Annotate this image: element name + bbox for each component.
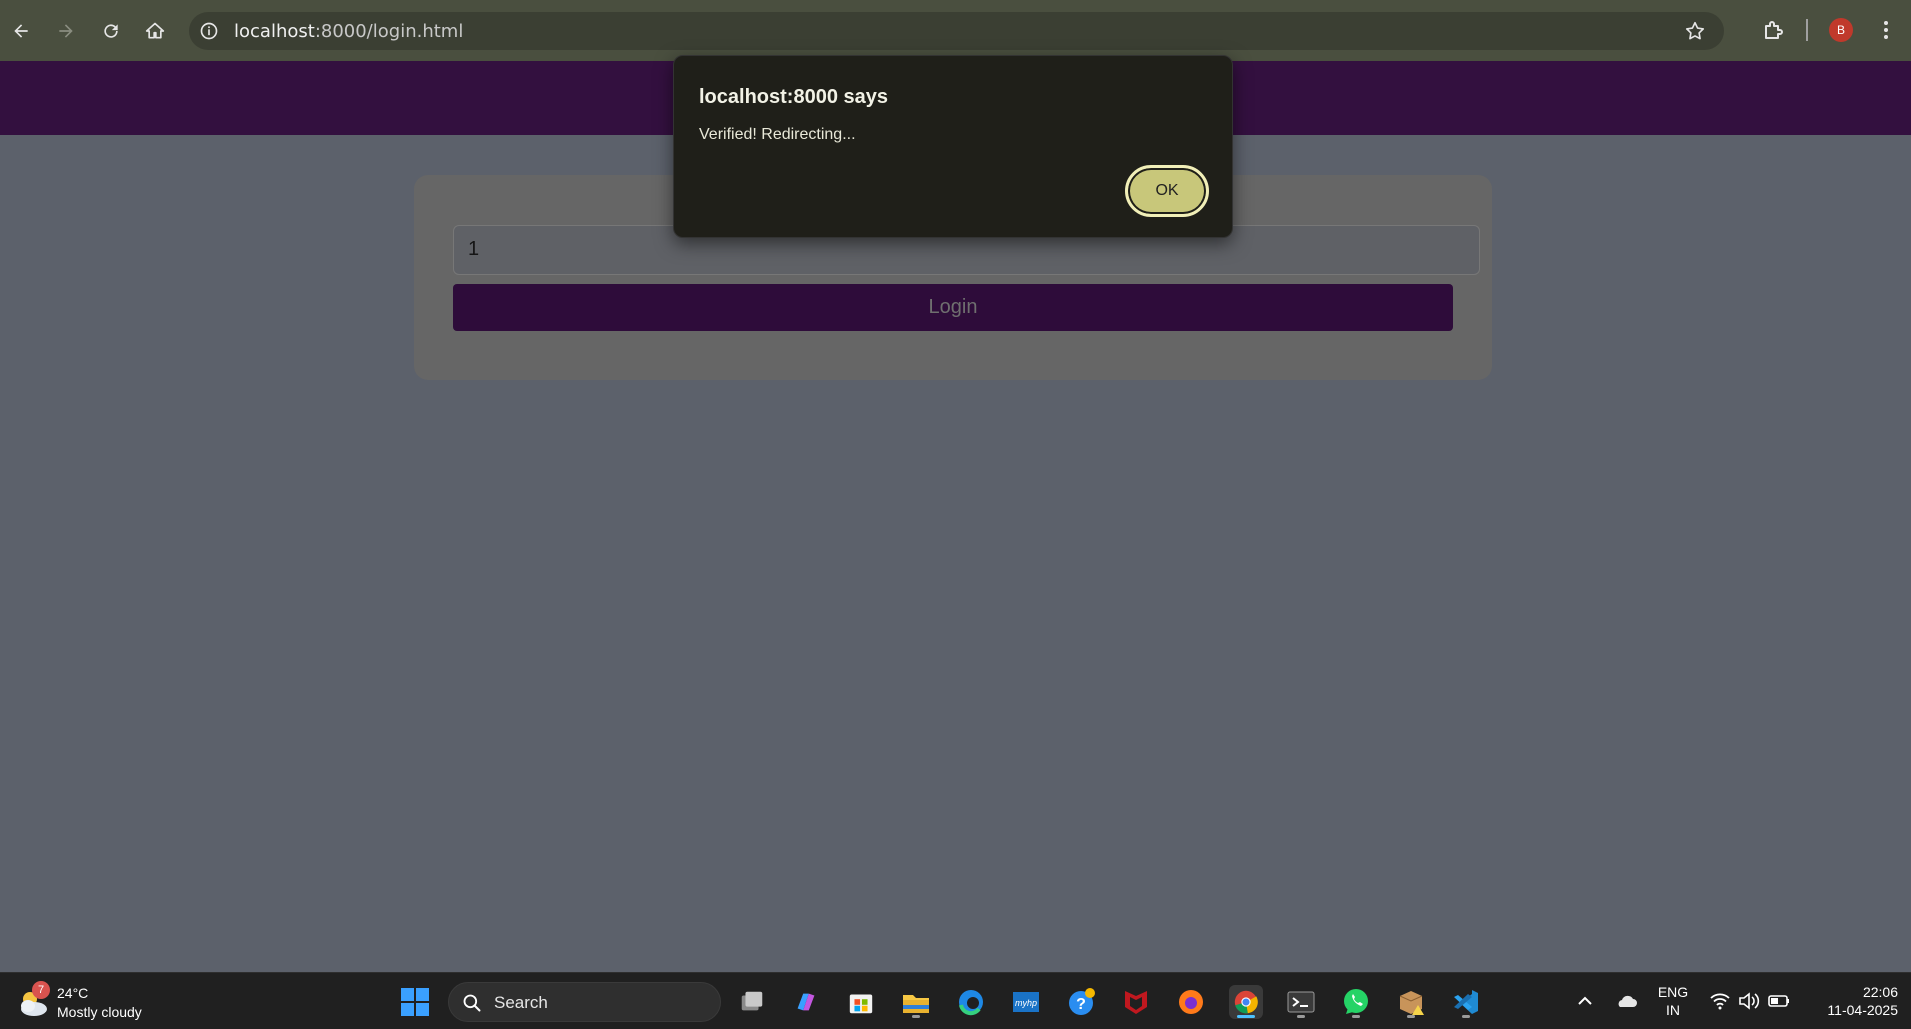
toolbar-divider <box>1806 19 1808 41</box>
myhp-icon: myhp <box>1013 992 1039 1012</box>
running-indicator <box>912 1015 920 1018</box>
whatsapp-icon <box>1344 989 1368 1014</box>
svg-text:myhp: myhp <box>1015 998 1037 1008</box>
file-explorer-button[interactable] <box>899 985 933 1019</box>
site-info-icon[interactable] <box>199 21 219 41</box>
clock-date: 11-04-2025 <box>1827 1002 1898 1018</box>
whatsapp-button[interactable] <box>1339 985 1373 1019</box>
extensions-icon[interactable] <box>1762 18 1786 42</box>
running-indicator-active <box>1237 1015 1255 1018</box>
region-code: IN <box>1666 1002 1680 1018</box>
package-icon <box>1399 991 1424 1015</box>
mcafee-button[interactable] <box>1119 985 1153 1019</box>
firefox-icon <box>1179 990 1203 1014</box>
battery-icon[interactable] <box>1767 991 1791 1011</box>
firefox-button[interactable] <box>1174 985 1208 1019</box>
task-view-button[interactable] <box>735 985 769 1019</box>
dialog-title: localhost:8000 says <box>699 86 888 108</box>
running-indicator <box>1462 1015 1470 1018</box>
back-arrow-icon <box>14 24 28 38</box>
dialog-message: Verified! Redirecting... <box>699 126 856 143</box>
search-label: Search <box>494 993 548 1012</box>
language-code: ENG <box>1657 984 1689 1000</box>
weather-badge: 7 <box>32 981 50 999</box>
running-indicator <box>1297 1015 1305 1018</box>
home-button[interactable] <box>140 16 170 46</box>
package-button[interactable] <box>1394 985 1428 1019</box>
volume-icon[interactable] <box>1738 991 1760 1011</box>
alert-dialog: localhost:8000 says Verified! Redirectin… <box>673 55 1233 238</box>
language-indicator[interactable]: ENG IN <box>1655 983 1691 1019</box>
ok-button[interactable]: OK <box>1125 165 1209 217</box>
mcafee-icon <box>1125 991 1147 1014</box>
help-button[interactable]: ? <box>1064 985 1098 1019</box>
running-indicator <box>1407 1015 1415 1018</box>
task-view-icon <box>741 991 763 1011</box>
chrome-button[interactable] <box>1229 985 1263 1019</box>
store-button[interactable] <box>844 985 878 1019</box>
system-clock[interactable]: 22:06 11-04-2025 <box>1808 983 1898 1019</box>
running-indicator <box>1352 1015 1360 1018</box>
terminal-button[interactable] <box>1284 985 1318 1019</box>
weather-condition: Mostly cloudy <box>57 1004 142 1020</box>
reload-icon <box>104 24 118 38</box>
home-icon <box>145 22 165 39</box>
taskbar-search[interactable]: Search <box>448 982 721 1022</box>
start-button[interactable] <box>398 985 432 1019</box>
taskbar: 7 24°C Mostly cloudy Search myhp ? ENG I… <box>0 972 1911 1029</box>
weather-widget[interactable]: 7 24°C Mostly cloudy <box>14 981 164 1023</box>
myhp-button[interactable]: myhp <box>1009 985 1043 1019</box>
windows-start-icon <box>401 988 429 1016</box>
forward-arrow-icon <box>59 24 73 38</box>
vscode-button[interactable] <box>1449 985 1483 1019</box>
onedrive-cloud-icon[interactable] <box>1614 991 1638 1011</box>
login-button[interactable]: Login <box>453 284 1453 331</box>
copilot-button[interactable] <box>789 985 823 1019</box>
address-bar[interactable]: localhost:8000/login.html <box>189 12 1724 50</box>
url-text: localhost:8000/login.html <box>234 21 464 42</box>
weather-temperature: 24°C <box>57 985 89 1001</box>
terminal-icon <box>1287 991 1315 1013</box>
clock-time: 22:06 <box>1862 984 1898 1000</box>
reload-button[interactable] <box>96 16 126 46</box>
search-icon <box>463 994 481 1012</box>
copilot-icon <box>797 993 815 1011</box>
forward-button[interactable] <box>51 16 81 46</box>
edge-button[interactable] <box>954 985 988 1019</box>
store-icon <box>849 994 873 1014</box>
file-explorer-icon <box>903 995 929 1013</box>
chevron-up-icon[interactable] <box>1575 991 1595 1011</box>
browser-toolbar: localhost:8000/login.html B <box>0 0 1911 61</box>
edge-icon <box>959 990 983 1016</box>
more-menu-icon[interactable] <box>1876 18 1896 42</box>
chrome-icon <box>1234 990 1258 1014</box>
help-icon: ? <box>1069 988 1095 1015</box>
wifi-icon[interactable] <box>1709 991 1731 1011</box>
profile-avatar[interactable]: B <box>1829 18 1853 42</box>
back-button[interactable] <box>6 16 36 46</box>
bookmark-star-icon[interactable] <box>1684 20 1706 42</box>
vscode-icon <box>1454 990 1478 1014</box>
svg-text:?: ? <box>1076 996 1086 1013</box>
